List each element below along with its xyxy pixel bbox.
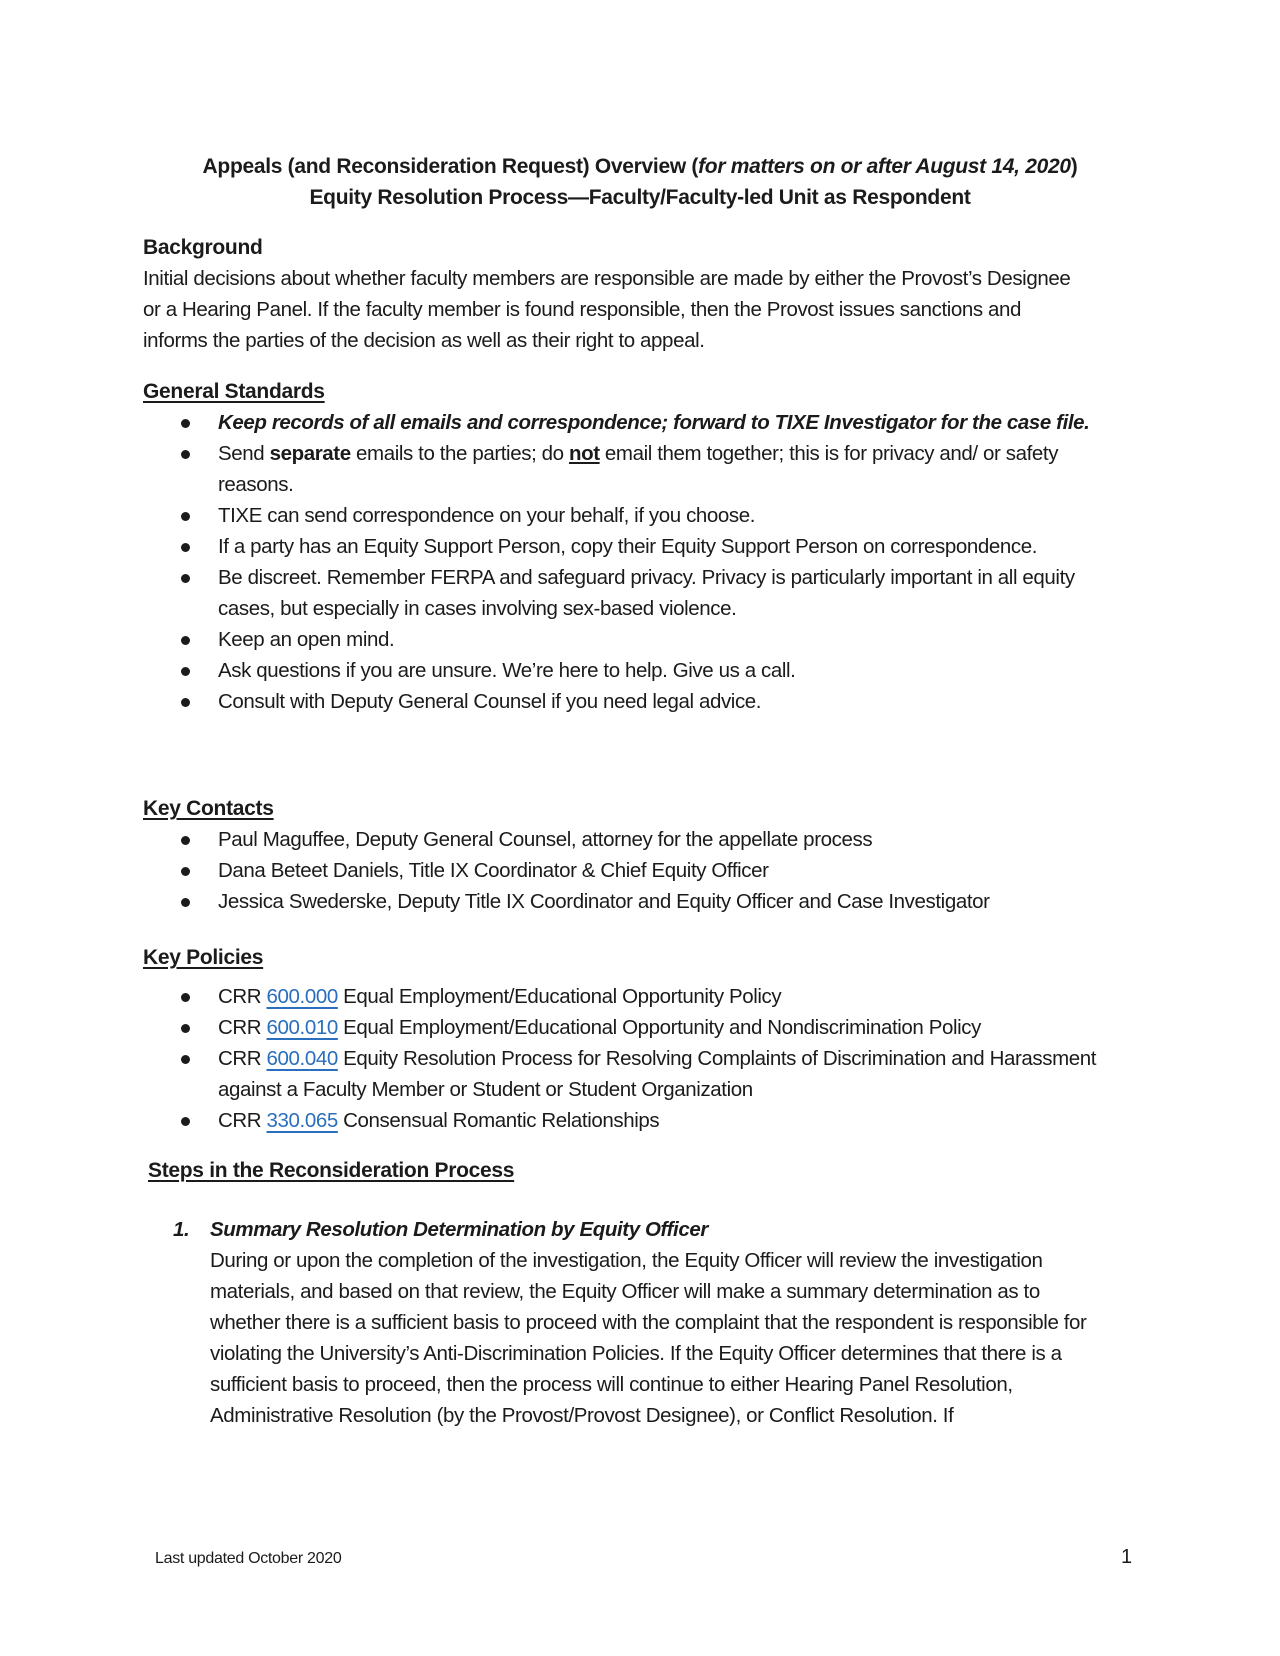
policy-link[interactable]: 600.010: [267, 1016, 339, 1039]
background-heading: Background: [143, 236, 263, 259]
policy-link[interactable]: 330.065: [267, 1109, 339, 1132]
list-item: Keep records of all emails and correspon…: [143, 407, 1103, 438]
list-item: Ask questions if you are unsure. We’re h…: [143, 655, 1103, 686]
general-standards-heading: General Standards: [143, 380, 325, 403]
steps-heading: Steps in the Reconsideration Process: [148, 1159, 515, 1182]
list-item: Be discreet. Remember FERPA and safeguar…: [143, 562, 1103, 624]
key-policies-heading: Key Policies: [143, 946, 264, 969]
step-number: 1.: [173, 1218, 190, 1241]
key-contacts-heading: Key Contacts: [143, 797, 274, 820]
list-item: Consult with Deputy General Counsel if y…: [143, 686, 1103, 717]
background-section: Background Initial decisions about wheth…: [143, 232, 1073, 356]
step-item: 1. Summary Resolution Determination by E…: [148, 1214, 1108, 1431]
last-updated-footer: Last updated October 2020: [155, 1550, 342, 1567]
step-text: During or upon the completion of the inv…: [210, 1249, 1087, 1427]
title-date-qualifier: for matters on or after August 14, 2020: [698, 155, 1071, 178]
list-item: CRR 330.065 Consensual Romantic Relation…: [143, 1105, 1103, 1136]
document-title-line-1: Appeals (and Reconsideration Request) Ov…: [202, 155, 1078, 178]
list-item: If a party has an Equity Support Person,…: [143, 531, 1103, 562]
list-item: CRR 600.040 Equity Resolution Process fo…: [143, 1043, 1103, 1105]
list-item: CRR 600.000 Equal Employment/Educational…: [143, 981, 1103, 1012]
document-page: Appeals (and Reconsideration Request) Ov…: [0, 0, 1280, 1656]
policy-link[interactable]: 600.000: [267, 985, 339, 1008]
key-contacts-list: Paul Maguffee, Deputy General Counsel, a…: [143, 824, 1123, 917]
list-item: Dana Beteet Daniels, Title IX Coordinato…: [143, 855, 1123, 886]
key-contacts-section: Key Contacts Paul Maguffee, Deputy Gener…: [143, 793, 1123, 917]
steps-section: Steps in the Reconsideration Process 1. …: [148, 1155, 1108, 1431]
key-policies-section: Key Policies CRR 600.000 Equal Employmen…: [143, 942, 1103, 1136]
policy-link[interactable]: 600.040: [267, 1047, 339, 1070]
step-title: Summary Resolution Determination by Equi…: [210, 1218, 708, 1241]
list-item: Keep an open mind.: [143, 624, 1103, 655]
background-text: Initial decisions about whether faculty …: [143, 267, 1071, 352]
list-item: Paul Maguffee, Deputy General Counsel, a…: [143, 824, 1123, 855]
key-policies-list: CRR 600.000 Equal Employment/Educational…: [143, 981, 1103, 1136]
list-item: CRR 600.010 Equal Employment/Educational…: [143, 1012, 1103, 1043]
page-number: 1: [1121, 1546, 1133, 1568]
list-item: Jessica Swederske, Deputy Title IX Coord…: [143, 886, 1123, 917]
document-title-line-2: Equity Resolution Process—Faculty/Facult…: [309, 186, 971, 209]
general-standards-section: General Standards Keep records of all em…: [143, 376, 1103, 717]
list-item: TIXE can send correspondence on your beh…: [143, 500, 1103, 531]
list-item: Send separate emails to the parties; do …: [143, 438, 1103, 500]
general-standards-list: Keep records of all emails and correspon…: [143, 407, 1103, 717]
